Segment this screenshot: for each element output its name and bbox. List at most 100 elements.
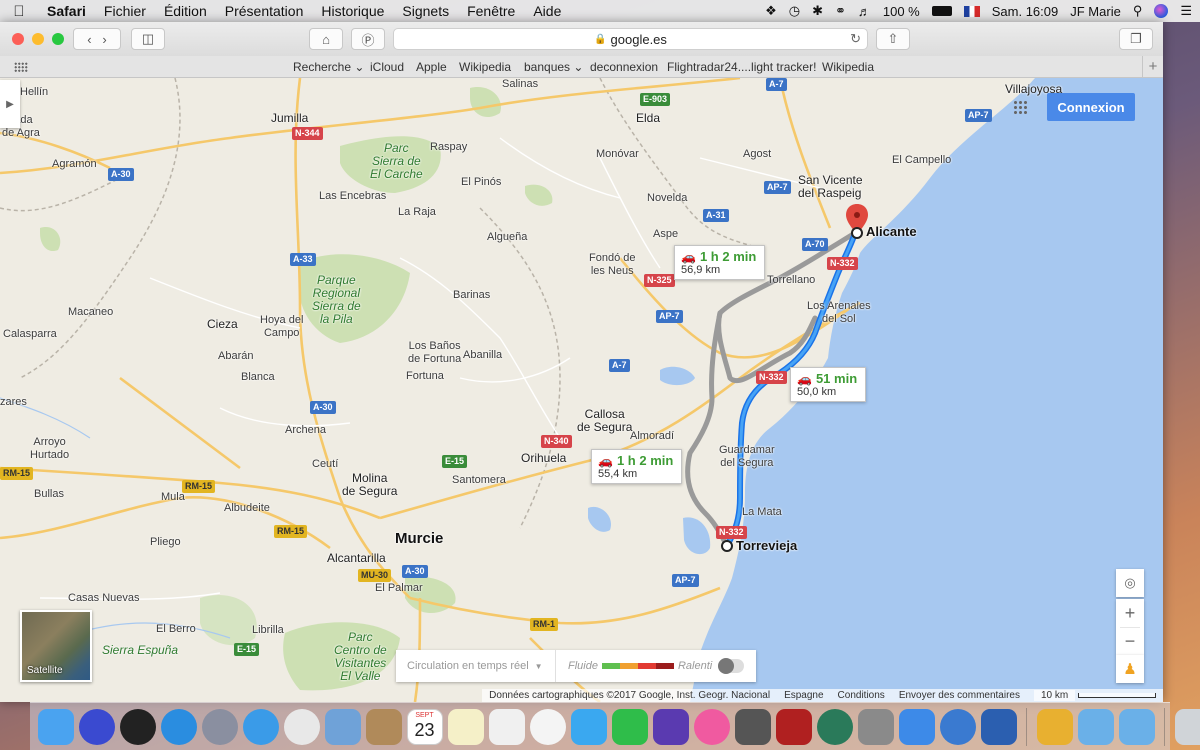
wifi-icon[interactable]: ⚭ xyxy=(835,3,846,19)
origin-label[interactable]: Torrevieja xyxy=(736,539,797,552)
safari-icon[interactable] xyxy=(242,708,279,745)
facetime-icon[interactable] xyxy=(611,708,648,745)
zoom-in-button[interactable]: + xyxy=(1125,599,1136,627)
back-icon[interactable]: ‹ xyxy=(87,32,91,47)
sidebar-toggle-icon[interactable]: ◫ xyxy=(131,28,165,50)
notes-icon[interactable] xyxy=(447,708,484,745)
dropbox-icon[interactable]: ❖ xyxy=(765,3,777,19)
app-store-icon[interactable] xyxy=(160,708,197,745)
menu-aide[interactable]: Aide xyxy=(524,3,570,19)
zoom-out-button[interactable]: − xyxy=(1120,627,1140,655)
satellite-toggle[interactable]: Satellite xyxy=(20,610,92,682)
downloads-folder-icon[interactable] xyxy=(1118,708,1155,745)
applications-folder-icon[interactable] xyxy=(1077,708,1114,745)
place-label: El Palmar xyxy=(375,582,423,594)
place-label: Guardamar del Segura xyxy=(719,444,775,469)
dropbox-icon[interactable] xyxy=(898,708,935,745)
google-apps-icon[interactable] xyxy=(1013,100,1027,114)
route-option-2[interactable]: 🚗 51 min 50,0 km xyxy=(790,367,867,402)
system-preferences-icon[interactable] xyxy=(857,708,894,745)
back-forward-buttons[interactable]: ‹ › xyxy=(73,28,121,50)
home-icon[interactable]: ⌂ xyxy=(309,28,343,50)
place-label: Los Baños de Fortuna xyxy=(408,340,462,365)
user-name[interactable]: JF Marie xyxy=(1070,4,1121,19)
menu-fichier[interactable]: Fichier xyxy=(95,3,155,19)
chrome-icon[interactable] xyxy=(283,708,320,745)
contacts-icon[interactable] xyxy=(365,708,402,745)
menu-edition[interactable]: Édition xyxy=(155,3,216,19)
sign-in-button[interactable]: Connexion xyxy=(1047,93,1135,121)
minimize-window-button[interactable] xyxy=(32,33,44,45)
traffic-panel: Circulation en temps réel ▼ Fluide Ralen… xyxy=(396,650,756,682)
menu-fenetre[interactable]: Fenêtre xyxy=(458,3,524,19)
map-data-credits[interactable]: Données cartographiques ©2017 Google, In… xyxy=(482,689,778,702)
apple-logo-icon[interactable]:  xyxy=(0,3,38,20)
route-option-3[interactable]: 🚗 1 h 2 min 55,4 km xyxy=(591,449,683,484)
top-sites-grid-icon[interactable] xyxy=(14,62,28,72)
menu-presentation[interactable]: Présentation xyxy=(216,3,313,19)
road-shield: AP-7 xyxy=(965,109,992,122)
messages-icon[interactable] xyxy=(570,708,607,745)
photo-booth-icon[interactable] xyxy=(775,708,812,745)
favorite-deconnexion[interactable]: deconnexion xyxy=(590,60,658,74)
flag-fr-icon[interactable] xyxy=(963,5,980,17)
traffic-select[interactable]: Circulation en temps réel ▼ xyxy=(396,650,556,682)
country-link[interactable]: Espagne xyxy=(777,689,831,702)
battery-icon[interactable] xyxy=(931,6,952,16)
google-earth-icon[interactable] xyxy=(939,708,976,745)
close-window-button[interactable] xyxy=(12,33,24,45)
traffic-toggle[interactable] xyxy=(718,658,744,674)
launchpad-icon[interactable] xyxy=(201,708,238,745)
dashboard-icon[interactable] xyxy=(119,708,156,745)
calendar-icon[interactable]: SEPT 23 xyxy=(406,708,443,745)
route-option-1[interactable]: 🚗 1 h 2 min 56,9 km xyxy=(674,245,766,280)
menu-app-name[interactable]: Safari xyxy=(38,3,95,19)
sketchbook-icon[interactable] xyxy=(1036,708,1073,745)
time-machine-icon[interactable]: ◷ xyxy=(789,3,800,19)
favorite-apple[interactable]: Apple xyxy=(416,60,447,74)
favorite-wikipedia[interactable]: Wikipedia xyxy=(459,60,511,74)
google-map[interactable]: Hellín añada de Agra Agramón Jumilla Par… xyxy=(0,78,1163,702)
my-location-button[interactable]: ◎ xyxy=(1116,569,1144,597)
side-panel-toggle[interactable]: ▶ xyxy=(0,80,20,128)
favorite-wikipedia-2[interactable]: Wikipedia xyxy=(822,60,874,74)
favorite-icloud[interactable]: iCloud xyxy=(370,60,404,74)
time-machine-icon[interactable] xyxy=(816,708,853,745)
itunes-icon[interactable] xyxy=(693,708,730,745)
notification-icon[interactable]: ☰ xyxy=(1180,3,1192,19)
destination-label[interactable]: Alicante xyxy=(866,225,917,238)
tabs-overview-icon[interactable]: ❐ xyxy=(1119,28,1153,50)
menu-historique[interactable]: Historique xyxy=(312,3,393,19)
new-tab-icon[interactable]: + xyxy=(1142,56,1163,78)
reminders-icon[interactable] xyxy=(488,708,525,745)
word-icon[interactable] xyxy=(980,708,1017,745)
siri-icon[interactable] xyxy=(78,708,115,745)
preview-icon[interactable] xyxy=(324,708,361,745)
favorite-flightradar[interactable]: Flightradar24....light tracker! xyxy=(667,60,816,74)
favorite-banques[interactable]: banques ⌄ xyxy=(524,60,583,74)
finder-icon[interactable] xyxy=(37,708,74,745)
share-icon[interactable]: ⇧ xyxy=(876,28,910,50)
siri-icon[interactable] xyxy=(1154,4,1169,18)
feedback-link[interactable]: Envoyer des commentaires xyxy=(891,689,1027,702)
road-shield: RM-1 xyxy=(530,618,558,631)
forward-icon[interactable]: › xyxy=(102,32,106,47)
screenshot-icon[interactable] xyxy=(734,708,771,745)
clock[interactable]: Sam. 16:09 xyxy=(992,4,1059,19)
bluetooth-icon[interactable]: ✱ xyxy=(812,3,823,19)
address-bar[interactable]: 🔒 google.es ↻ xyxy=(393,28,868,50)
conditions-link[interactable]: Conditions xyxy=(830,689,892,702)
photos-icon[interactable] xyxy=(529,708,566,745)
street-view-pegman[interactable]: ♟ xyxy=(1116,655,1144,683)
trash-icon[interactable] xyxy=(1174,708,1200,745)
reload-icon[interactable]: ↻ xyxy=(850,31,861,47)
search-icon[interactable]: ⚲ xyxy=(1133,3,1143,19)
volume-icon[interactable]: ♬ xyxy=(858,4,871,19)
zoom-window-button[interactable] xyxy=(52,33,64,45)
favorite-recherche[interactable]: Recherche ⌄ xyxy=(293,60,364,74)
pinterest-icon[interactable]: Ⓟ xyxy=(351,28,385,50)
battery-percent[interactable]: 100 % xyxy=(883,4,920,19)
scale-bar[interactable]: 10 km xyxy=(1026,689,1163,702)
menu-signets[interactable]: Signets xyxy=(393,3,458,19)
imovie-icon[interactable] xyxy=(652,708,689,745)
